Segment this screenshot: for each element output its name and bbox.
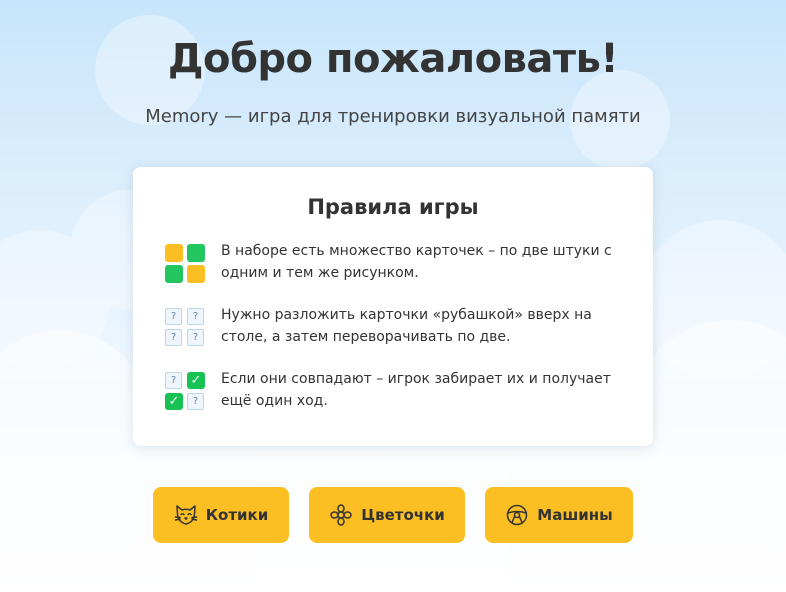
theme-cars-label: Машины: [537, 506, 613, 524]
theme-flowers-label: Цветочки: [361, 506, 445, 524]
cat-icon: [174, 505, 198, 525]
rule-text: Нужно разложить карточки «рубашкой» ввер…: [221, 307, 592, 345]
page-title: Добро пожаловать!: [167, 36, 619, 82]
rule-text: Если они совпадают – игрок забирает их и…: [221, 371, 611, 409]
steering-wheel-icon: [507, 504, 528, 526]
rule-text: В наборе есть множество карточек – по дв…: [221, 243, 612, 281]
face-down-cards-icon: ? ? ? ?: [165, 306, 207, 348]
rules-title: Правила игры: [307, 195, 479, 219]
matched-cards-icon: ? ✓ ✓ ?: [165, 370, 207, 412]
card-pairs-icon: [165, 242, 207, 284]
flower-icon: [330, 504, 352, 526]
rules-card: Правила игры В наборе есть множество кар…: [133, 167, 653, 446]
page-subtitle: Memory — игра для тренировки визуальной …: [145, 106, 641, 127]
theme-flowers-button[interactable]: Цветочки: [309, 487, 465, 543]
theme-cats-button[interactable]: Котики: [153, 487, 289, 543]
theme-cars-button[interactable]: Машины: [485, 487, 633, 543]
theme-cats-label: Котики: [205, 506, 269, 524]
